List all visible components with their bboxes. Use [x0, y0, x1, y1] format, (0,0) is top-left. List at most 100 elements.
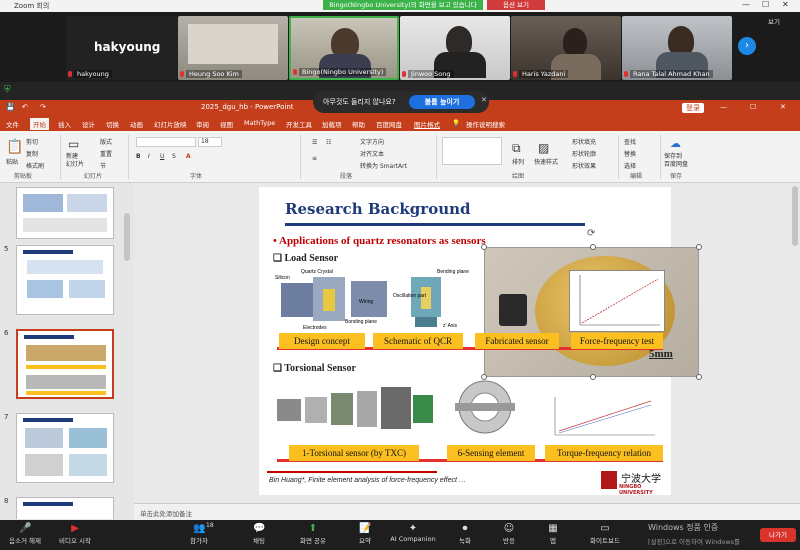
minimize-icon[interactable]: —: [742, 0, 750, 9]
resize-handle[interactable]: [590, 374, 596, 380]
redo-icon[interactable]: ↷: [40, 103, 46, 111]
cut-button[interactable]: 剪切: [26, 137, 38, 146]
arrange-icon[interactable]: ⧉: [512, 141, 521, 156]
save-to-baidu-button[interactable]: 保存到 百度网盘: [664, 153, 688, 169]
participant-tile[interactable]: hakyoung hakyoung: [66, 16, 178, 80]
leave-button[interactable]: 나가기: [760, 528, 796, 542]
layout-button[interactable]: 版式: [100, 137, 112, 146]
italic-icon[interactable]: I: [148, 153, 150, 160]
quick-styles-button[interactable]: 快速样式: [534, 157, 558, 166]
participant-tile[interactable]: Haris Yazdani: [511, 16, 621, 80]
underline-icon[interactable]: U: [160, 153, 164, 160]
unmute-button[interactable]: 🎤 음소거 해제: [0, 520, 50, 545]
select-button[interactable]: 选择: [624, 161, 636, 170]
start-video-button[interactable]: ▶ 비디오 시작: [50, 520, 100, 545]
paste-button[interactable]: 粘贴: [6, 157, 18, 166]
arrange-button[interactable]: 排列: [512, 157, 524, 166]
align-text-button[interactable]: 对齐文本: [360, 149, 384, 158]
resize-handle[interactable]: [696, 244, 702, 250]
save-icon[interactable]: 💾: [6, 103, 15, 111]
rotate-handle-icon[interactable]: ⟳: [587, 228, 595, 239]
slide-thumbnail-selected[interactable]: [16, 329, 114, 399]
tell-me-search[interactable]: 操作说明搜索: [466, 119, 505, 129]
tab-addins[interactable]: 加载项: [322, 119, 342, 129]
smartart-button[interactable]: 转换为 SmartArt: [360, 161, 407, 170]
maximize-icon[interactable]: ☐: [750, 103, 756, 111]
numbering-icon[interactable]: ☷: [326, 139, 331, 146]
paste-icon[interactable]: 📋: [6, 139, 23, 155]
new-slide-icon[interactable]: ▭: [68, 137, 79, 151]
shadow-icon[interactable]: S: [172, 153, 176, 160]
minimize-icon[interactable]: —: [720, 103, 727, 111]
copy-button[interactable]: 复制: [26, 149, 38, 158]
participants-button[interactable]: 👥 참가자: [174, 520, 224, 545]
tab-review[interactable]: 审阅: [196, 119, 209, 129]
tab-picture-format[interactable]: 图片格式: [414, 119, 440, 129]
apps-button[interactable]: ▦ 앱: [528, 520, 578, 545]
tab-slideshow[interactable]: 幻灯片放映: [154, 119, 187, 129]
font-size-input[interactable]: 18: [198, 137, 222, 147]
tab-mathtype[interactable]: MathType: [244, 119, 275, 127]
font-name-input[interactable]: [136, 137, 196, 147]
thumbnail-scrollbar[interactable]: [124, 213, 130, 261]
tab-design[interactable]: 设计: [82, 119, 95, 129]
font-color-icon[interactable]: A: [186, 153, 191, 160]
find-button[interactable]: 查找: [624, 137, 636, 146]
close-icon[interactable]: ✕: [481, 96, 487, 104]
resize-handle[interactable]: [590, 244, 596, 250]
bold-icon[interactable]: B: [136, 153, 141, 160]
record-button[interactable]: ⏺ 녹화: [440, 520, 490, 545]
align-left-icon[interactable]: ≡: [312, 155, 317, 162]
share-screen-button[interactable]: ⬆ 화면 공유: [288, 520, 338, 545]
next-page-arrow-icon[interactable]: ›: [738, 37, 756, 55]
maximize-icon[interactable]: ☐: [762, 0, 769, 9]
view-options-button[interactable]: 옵션 보기: [487, 0, 545, 10]
format-painter-button[interactable]: 格式刷: [26, 161, 44, 170]
new-slide-button[interactable]: 新建 幻灯片: [66, 153, 84, 169]
slide-thumbnail[interactable]: [16, 497, 114, 519]
slide-thumbnail[interactable]: [16, 245, 114, 315]
tab-file[interactable]: 文件: [6, 119, 19, 129]
tab-baidu[interactable]: 百度网盘: [376, 119, 402, 129]
undo-icon[interactable]: ↶: [22, 103, 28, 111]
resize-handle[interactable]: [481, 244, 487, 250]
participant-tile[interactable]: Heung Soo Kim: [178, 16, 288, 80]
tab-animations[interactable]: 动画: [130, 119, 143, 129]
login-button[interactable]: 登录: [682, 103, 704, 113]
whiteboard-button[interactable]: ▭ 화이트보드: [578, 520, 632, 545]
text-direction-button[interactable]: 文字方向: [360, 137, 384, 146]
slide-thumbnail[interactable]: [16, 187, 114, 239]
canvas-scrollbar[interactable]: [792, 186, 798, 246]
tab-help[interactable]: 帮助: [352, 119, 365, 129]
participant-tile[interactable]: Jinwoo Song: [400, 16, 510, 80]
slide-thumbnail[interactable]: [16, 413, 114, 483]
fabricated-sensor-photo[interactable]: 5mm ⟳: [481, 228, 702, 380]
ai-companion-button[interactable]: ✦ AI Companion: [384, 520, 442, 543]
chat-button[interactable]: 💬 채팅: [234, 520, 284, 545]
tab-insert[interactable]: 插入: [58, 119, 71, 129]
section-button[interactable]: 节: [100, 161, 106, 170]
notes-pane[interactable]: 单击此处添加备注: [134, 503, 800, 520]
participant-tile[interactable]: Rana Talal Ahmad Khan: [622, 16, 732, 80]
tab-transitions[interactable]: 切换: [106, 119, 119, 129]
tab-home[interactable]: 开始: [30, 118, 49, 130]
close-icon[interactable]: ✕: [780, 103, 786, 111]
bullets-icon[interactable]: ☰: [312, 139, 317, 146]
tab-view[interactable]: 视图: [220, 119, 233, 129]
shape-effects-button[interactable]: 形状效果: [572, 161, 596, 170]
shapes-gallery[interactable]: [442, 137, 502, 165]
participant-tile-active[interactable]: Bingo(Ningbo University): [289, 16, 399, 80]
resize-handle[interactable]: [696, 374, 702, 380]
quick-styles-icon[interactable]: ▨: [538, 141, 549, 155]
replace-button[interactable]: 替换: [624, 149, 636, 158]
tab-developer[interactable]: 开发工具: [286, 119, 312, 129]
reactions-button[interactable]: ☺ 반응: [484, 520, 534, 545]
shape-fill-button[interactable]: 形状填充: [572, 137, 596, 146]
summary-button[interactable]: 📝 요약: [340, 520, 390, 545]
close-icon[interactable]: ✕: [782, 0, 789, 9]
view-button[interactable]: 보기: [768, 16, 780, 26]
raise-volume-button[interactable]: 볼륨 높이기: [409, 95, 475, 109]
shape-outline-button[interactable]: 形状轮廓: [572, 149, 596, 158]
baidu-cloud-icon[interactable]: ☁: [670, 137, 681, 150]
reset-button[interactable]: 重置: [100, 149, 112, 158]
